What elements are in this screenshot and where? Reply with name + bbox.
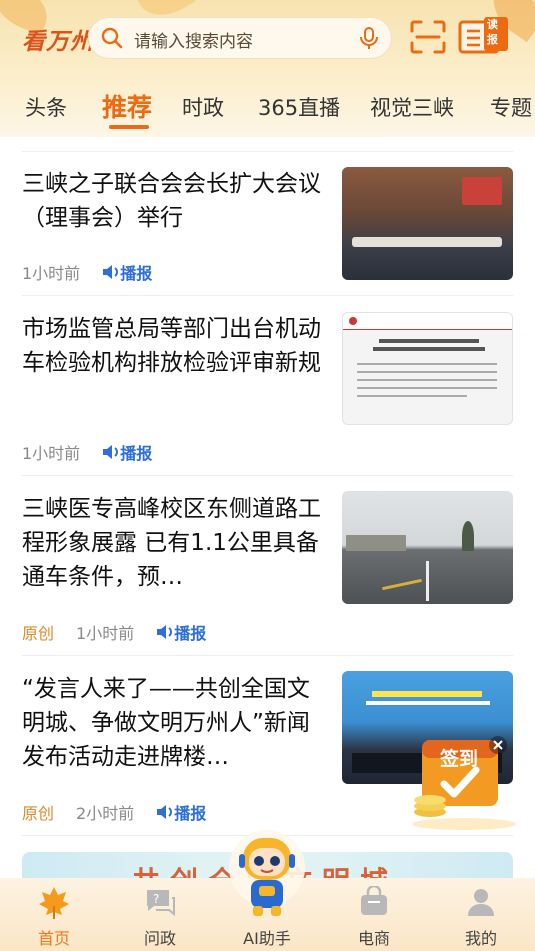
shopping-bag-icon <box>358 884 390 922</box>
read-paper-badge: 读报 <box>487 18 498 46</box>
robot-icon[interactable] <box>223 830 311 925</box>
article-thumbnail[interactable] <box>342 167 513 280</box>
user-icon <box>465 886 497 922</box>
divider <box>22 475 513 476</box>
nav-ecommerce[interactable]: 电商 <box>329 878 419 951</box>
tab-live-365[interactable]: 365直播 <box>258 92 340 122</box>
search-icon <box>100 26 124 54</box>
tab-politics[interactable]: 时政 <box>182 92 224 122</box>
broadcast-label: 播报 <box>174 624 207 643</box>
broadcast-button[interactable]: 播报 <box>156 620 206 644</box>
broadcast-label: 播报 <box>120 444 153 463</box>
tab-special-topics[interactable]: 专题 <box>490 92 532 122</box>
article-meta: 原创 2小时前 播报 <box>22 800 206 824</box>
sign-in-label: 签到 <box>440 748 479 770</box>
article-title[interactable]: 市场监管总局等部门出台机动车检验机构排放检验评审新规 <box>22 312 322 380</box>
active-tab-indicator <box>109 125 149 129</box>
article-thumbnail[interactable] <box>342 312 513 425</box>
divider <box>22 655 513 656</box>
nav-label: 电商 <box>357 929 390 948</box>
original-tag: 原创 <box>22 624 55 643</box>
publish-time: 1小时前 <box>76 624 135 643</box>
channel-tabs: 头条 推荐 时政 365直播 视觉三峡 专题 <box>0 86 535 130</box>
search-input[interactable]: 请输入搜索内容 <box>134 27 253 52</box>
top-header: 看万州 请输入搜索内容 读报 头条 推荐 时政 365直播 视觉三峡 专题 <box>0 0 535 137</box>
article-meta: 原创 1小时前 播报 <box>22 620 206 644</box>
speaker-icon <box>103 445 119 459</box>
article-title[interactable]: “发言人来了——共创全国文明城、争做文明万州人”新闻发布活动走进牌楼… <box>22 672 322 774</box>
nav-wenzheng[interactable]: ? 问政 <box>115 878 205 951</box>
publish-time: 2小时前 <box>76 804 135 823</box>
tab-headline[interactable]: 头条 <box>25 92 67 122</box>
divider <box>22 151 513 152</box>
nav-label: 首页 <box>37 929 70 948</box>
broadcast-button[interactable]: 播报 <box>156 800 206 824</box>
publish-time: 1小时前 <box>22 264 81 283</box>
broadcast-button[interactable]: 播报 <box>102 260 152 284</box>
speaker-icon <box>103 265 119 279</box>
tab-recommend[interactable]: 推荐 <box>102 88 152 124</box>
sign-in-widget[interactable]: 签到 <box>408 732 520 832</box>
scan-icon[interactable] <box>410 20 446 58</box>
speaker-icon <box>157 805 173 819</box>
original-tag: 原创 <box>22 804 55 823</box>
divider <box>22 295 513 296</box>
svg-text:?: ? <box>153 892 159 906</box>
nav-label: AI助手 <box>243 929 291 948</box>
search-bar[interactable]: 请输入搜索内容 <box>88 17 392 59</box>
nav-label: 问政 <box>143 929 176 948</box>
publish-time: 1小时前 <box>22 444 81 463</box>
article-thumbnail[interactable] <box>342 491 513 604</box>
article-title[interactable]: 三峡之子联合会会长扩大会议（理事会）举行 <box>22 167 322 235</box>
read-newspaper-icon[interactable]: 读报 <box>458 16 510 60</box>
article-meta: 1小时前 播报 <box>22 440 152 464</box>
maple-leaf-icon <box>38 886 70 924</box>
nav-home[interactable]: 首页 <box>9 878 99 951</box>
article-meta: 1小时前 播报 <box>22 260 152 284</box>
broadcast-label: 播报 <box>174 804 207 823</box>
article-title[interactable]: 三峡医专高峰校区东侧道路工程形象展露 已有1.1公里具备通车条件，预… <box>22 492 322 594</box>
app-logo[interactable]: 看万州 <box>22 22 94 56</box>
speaker-icon <box>157 625 173 639</box>
nav-profile[interactable]: 我的 <box>436 878 526 951</box>
question-chat-icon: ? <box>144 886 176 922</box>
tab-visual-sanxia[interactable]: 视觉三峡 <box>370 92 454 122</box>
broadcast-button[interactable]: 播报 <box>102 440 152 464</box>
nav-label: 我的 <box>464 929 497 948</box>
broadcast-label: 播报 <box>120 264 153 283</box>
microphone-icon[interactable] <box>358 26 380 54</box>
